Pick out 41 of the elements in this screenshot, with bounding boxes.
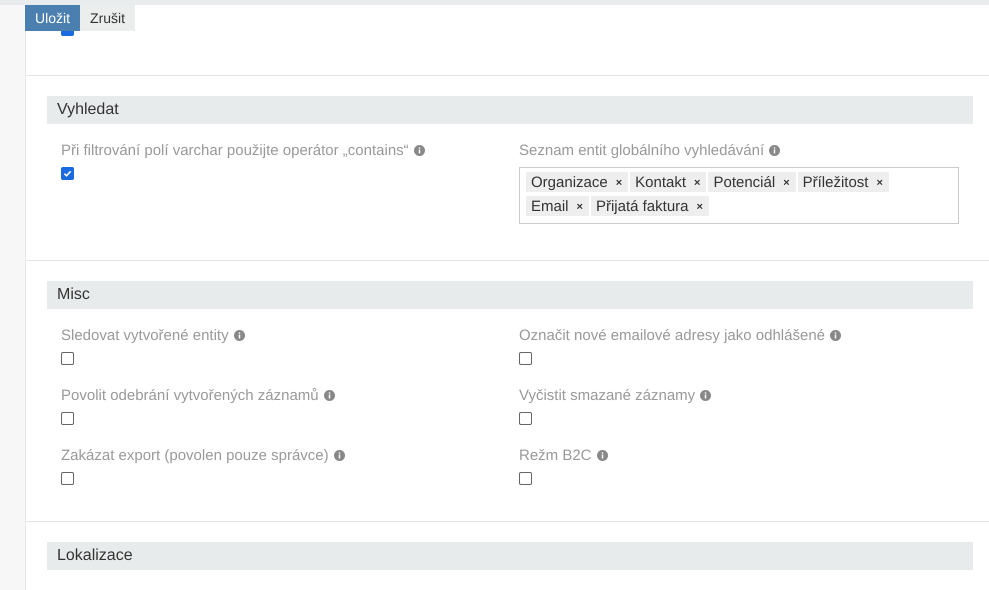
checkbox[interactable] xyxy=(61,31,74,36)
checkbox[interactable] xyxy=(519,412,532,425)
checkbox[interactable] xyxy=(61,412,74,425)
checkbox[interactable] xyxy=(519,352,532,365)
checkbox[interactable] xyxy=(61,352,74,365)
entity-tag: Potenciál × xyxy=(708,172,796,192)
field-label: Povolit odebrání vytvořených záznamů xyxy=(61,387,319,404)
entity-tag: Kontakt × xyxy=(630,172,706,192)
info-icon xyxy=(334,450,345,461)
remove-tag-button[interactable]: × xyxy=(696,200,703,212)
section-header: Vyhledat xyxy=(47,96,973,124)
field-label: Režm B2C xyxy=(519,447,592,464)
entity-tag: Email × xyxy=(526,196,589,216)
tags-field[interactable]: Organizace × Kontakt × Potenciál × Příležitost × Email × Přijatá faktura × xyxy=(519,167,959,224)
info-icon xyxy=(234,330,245,341)
remove-tag-button[interactable]: × xyxy=(783,176,790,188)
field-label: Zakázat export (povolen pouze správce) xyxy=(61,447,329,464)
info-icon xyxy=(700,390,712,401)
field-label: Označit nové emailové adresy jako odhlášené xyxy=(519,327,826,344)
field-label: Při filtrování polí varchar použijte operátor „contains“ xyxy=(61,142,409,159)
info-icon xyxy=(769,145,780,156)
remove-tag-button[interactable]: × xyxy=(576,200,583,212)
save-button[interactable]: Uložit xyxy=(25,5,80,31)
remove-tag-button[interactable]: × xyxy=(694,176,700,188)
info-icon xyxy=(414,145,425,156)
checkbox[interactable] xyxy=(61,472,74,485)
section-header: Lokalizace xyxy=(47,542,973,570)
entity-tag: Přijatá faktura × xyxy=(590,196,709,216)
remove-tag-button[interactable]: × xyxy=(876,176,883,188)
entity-tag: Příležitost × xyxy=(798,172,889,192)
entity-tag: Organizace × xyxy=(526,172,628,192)
section-header: Misc xyxy=(47,281,973,309)
field-label: Vyčistit smazané záznamy xyxy=(519,387,696,404)
info-icon xyxy=(596,450,608,461)
info-icon xyxy=(324,390,335,401)
checkbox[interactable] xyxy=(61,167,74,180)
info-icon xyxy=(830,330,842,341)
field-label: Sledovat vytvořené entity xyxy=(61,327,229,344)
field-label: Seznam entit globálního vyhledávání xyxy=(519,142,764,159)
remove-tag-button[interactable]: × xyxy=(616,176,622,188)
checkbox[interactable] xyxy=(519,472,532,485)
